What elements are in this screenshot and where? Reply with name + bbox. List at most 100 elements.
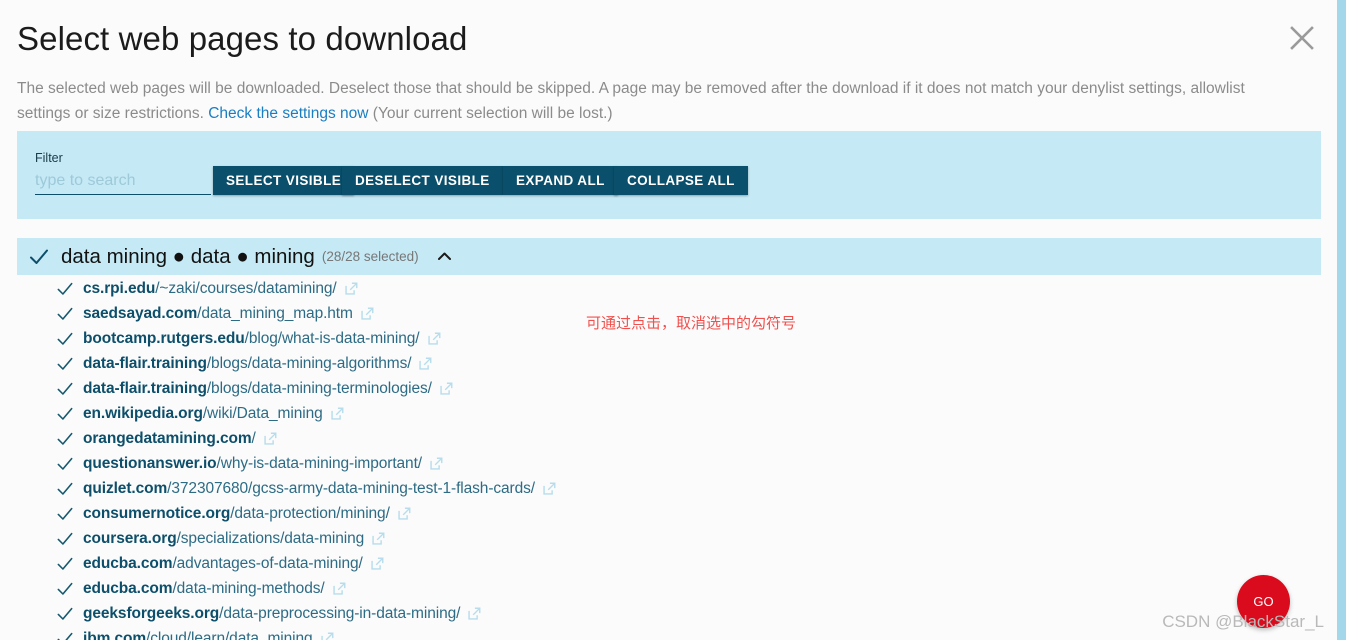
chevron-up-icon[interactable] xyxy=(435,247,454,266)
checkmark-icon[interactable] xyxy=(55,579,83,599)
select-visible-button[interactable]: SELECT VISIBLE xyxy=(213,166,355,195)
dialog-description: The selected web pages will be downloade… xyxy=(17,76,1269,126)
url-path: /372307680/gcss-army-data-mining-test-1-… xyxy=(167,479,535,497)
filter-field-group: Filter xyxy=(35,150,211,195)
url-domain: ibm.com xyxy=(83,629,147,640)
list-item[interactable]: orangedatamining.com/ xyxy=(17,426,1321,451)
checkmark-icon[interactable] xyxy=(55,529,83,549)
list-item[interactable]: cs.rpi.edu/~zaki/courses/datamining/ xyxy=(17,276,1321,301)
external-link-icon[interactable] xyxy=(344,281,359,296)
filter-label: Filter xyxy=(35,151,63,165)
url-domain: questionanswer.io xyxy=(83,454,217,472)
page-url[interactable]: saedsayad.com/data_mining_map.htm xyxy=(83,305,353,323)
page-url[interactable]: data-flair.training/blogs/data-mining-te… xyxy=(83,380,432,398)
checkmark-icon[interactable] xyxy=(55,554,83,574)
external-link-icon[interactable] xyxy=(360,306,375,321)
checkmark-icon[interactable] xyxy=(55,379,83,399)
checkmark-icon[interactable] xyxy=(55,329,83,349)
external-link-icon[interactable] xyxy=(263,431,278,446)
page-url[interactable]: consumernotice.org/data-protection/minin… xyxy=(83,505,390,523)
description-text-before: The selected web pages will be downloade… xyxy=(17,80,1245,122)
checkmark-icon[interactable] xyxy=(55,429,83,449)
list-item[interactable]: quizlet.com/372307680/gcss-army-data-min… xyxy=(17,476,1321,501)
checkmark-icon[interactable] xyxy=(55,404,83,424)
url-path: /data-mining-methods/ xyxy=(172,579,325,597)
page-scrollbar-edge[interactable] xyxy=(1337,0,1346,640)
url-domain: saedsayad.com xyxy=(83,304,198,322)
external-link-icon[interactable] xyxy=(370,556,385,571)
url-path: /~zaki/courses/datamining/ xyxy=(155,279,337,297)
external-link-icon[interactable] xyxy=(429,456,444,471)
page-url[interactable]: quizlet.com/372307680/gcss-army-data-min… xyxy=(83,480,535,498)
page-url[interactable]: data-flair.training/blogs/data-mining-al… xyxy=(83,354,412,373)
watermark: CSDN @BlackStar_L xyxy=(1162,612,1324,631)
check-settings-link[interactable]: Check the settings now xyxy=(208,105,368,122)
page-url[interactable]: questionanswer.io/why-is-data-mining-imp… xyxy=(83,455,422,473)
close-button[interactable] xyxy=(1280,16,1324,60)
checkmark-icon[interactable] xyxy=(55,629,83,640)
url-domain: en.wikipedia.org xyxy=(83,404,203,422)
deselect-visible-button[interactable]: DESELECT VISIBLE xyxy=(342,166,503,195)
list-item[interactable]: educba.com/data-mining-methods/ xyxy=(17,576,1321,601)
url-path: /cloud/learn/data_mining xyxy=(146,629,313,640)
url-domain: consumernotice.org xyxy=(83,504,231,522)
url-path: /wiki/Data_mining xyxy=(202,404,323,422)
checkmark-icon[interactable] xyxy=(55,479,83,499)
url-path: /blogs/data-mining-algorithms/ xyxy=(206,354,412,372)
page-url[interactable]: geeksforgeeks.org/data-preprocessing-in-… xyxy=(83,605,460,623)
group-header-row[interactable]: data mining ● data ● mining (28/28 selec… xyxy=(17,238,1321,275)
group-title: data mining ● data ● mining xyxy=(61,244,315,268)
list-item[interactable]: data-flair.training/blogs/data-mining-te… xyxy=(17,376,1321,401)
external-link-icon[interactable] xyxy=(542,481,557,496)
external-link-icon[interactable] xyxy=(332,581,347,596)
external-link-icon[interactable] xyxy=(427,331,442,346)
list-item[interactable]: consumernotice.org/data-protection/minin… xyxy=(17,501,1321,526)
url-domain: coursera.org xyxy=(83,529,177,547)
download-selection-dialog: Select web pages to download The selecte… xyxy=(0,0,1346,640)
checkmark-icon[interactable] xyxy=(55,504,83,524)
page-url[interactable]: en.wikipedia.org/wiki/Data_mining xyxy=(83,405,323,423)
external-link-icon[interactable] xyxy=(330,406,345,421)
checkmark-icon[interactable] xyxy=(55,454,83,474)
list-item[interactable]: ibm.com/cloud/learn/data_mining xyxy=(17,626,1321,640)
url-path: /specializations/data-mining xyxy=(176,529,365,547)
url-domain: bootcamp.rutgers.edu xyxy=(83,329,245,347)
page-title: Select web pages to download xyxy=(17,20,468,57)
external-link-icon[interactable] xyxy=(418,356,433,371)
list-item[interactable]: en.wikipedia.org/wiki/Data_mining xyxy=(17,401,1321,426)
collapse-all-button[interactable]: COLLAPSE ALL xyxy=(614,166,748,195)
search-input[interactable] xyxy=(35,169,211,195)
list-item[interactable]: coursera.org/specializations/data-mining xyxy=(17,526,1321,551)
url-path: /data_mining_map.htm xyxy=(197,304,353,322)
url-domain: cs.rpi.edu xyxy=(83,279,156,297)
url-domain: quizlet.com xyxy=(83,479,168,497)
page-url[interactable]: coursera.org/specializations/data-mining xyxy=(83,530,364,548)
list-item[interactable]: educba.com/advantages-of-data-mining/ xyxy=(17,551,1321,576)
group-checkmark-icon[interactable] xyxy=(17,245,61,269)
url-path: /data-preprocessing-in-data-mining/ xyxy=(219,604,461,622)
external-link-icon[interactable] xyxy=(320,631,335,640)
external-link-icon[interactable] xyxy=(467,606,482,621)
external-link-icon[interactable] xyxy=(439,381,454,396)
page-url[interactable]: educba.com/data-mining-methods/ xyxy=(83,580,325,598)
url-domain: data-flair.training xyxy=(83,354,207,372)
list-item[interactable]: questionanswer.io/why-is-data-mining-imp… xyxy=(17,451,1321,476)
checkmark-icon[interactable] xyxy=(55,279,83,299)
page-url[interactable]: ibm.com/cloud/learn/data_mining xyxy=(83,630,313,640)
list-item[interactable]: geeksforgeeks.org/data-preprocessing-in-… xyxy=(17,601,1321,626)
url-path: /blog/what-is-data-mining/ xyxy=(244,329,420,347)
url-domain: educba.com xyxy=(83,579,173,597)
page-url[interactable]: educba.com/advantages-of-data-mining/ xyxy=(83,555,363,573)
url-path: /data-protection/mining/ xyxy=(230,504,390,522)
url-path: /advantages-of-data-mining/ xyxy=(172,554,363,572)
checkmark-icon[interactable] xyxy=(55,354,83,374)
checkmark-icon[interactable] xyxy=(55,604,83,624)
page-url[interactable]: cs.rpi.edu/~zaki/courses/datamining/ xyxy=(83,280,337,298)
page-url[interactable]: bootcamp.rutgers.edu/blog/what-is-data-m… xyxy=(83,330,420,348)
list-item[interactable]: data-flair.training/blogs/data-mining-al… xyxy=(17,351,1321,376)
expand-all-button[interactable]: EXPAND ALL xyxy=(503,166,618,195)
external-link-icon[interactable] xyxy=(397,506,412,521)
checkmark-icon[interactable] xyxy=(55,304,83,324)
external-link-icon[interactable] xyxy=(371,531,386,546)
page-url[interactable]: orangedatamining.com/ xyxy=(83,430,256,448)
